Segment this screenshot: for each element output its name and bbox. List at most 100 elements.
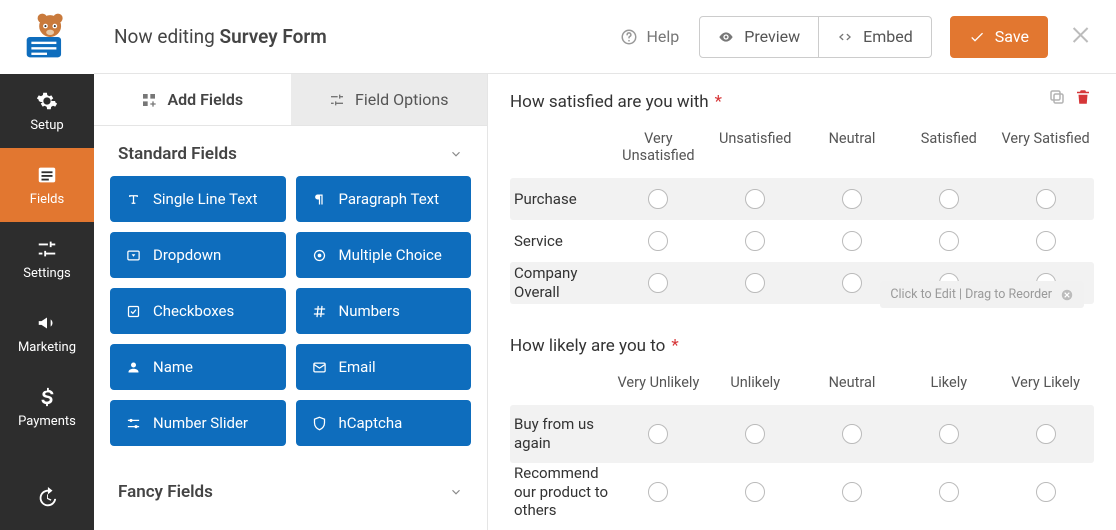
likert-row-label: Company Overall — [510, 264, 610, 302]
primary-nav: SetupFieldsSettingsMarketingPayments — [0, 0, 94, 530]
help-link[interactable]: Help — [620, 27, 679, 46]
field-number-slider[interactable]: Number Slider — [110, 400, 286, 446]
likert-column-label: Likely — [900, 368, 997, 405]
likert-radio[interactable] — [842, 482, 862, 502]
question-title: How satisfied are you with * — [510, 88, 1094, 124]
embed-button[interactable]: Embed — [819, 16, 932, 58]
likert-row: Recommend our product to others — [510, 463, 1094, 521]
survey-question[interactable]: How satisfied are you with *Very Unsatis… — [510, 88, 1094, 304]
likert-row-label: Purchase — [510, 190, 610, 209]
check-icon — [126, 304, 141, 319]
slider-icon — [126, 416, 141, 431]
likert-column-label: Very Satisfied — [997, 124, 1094, 178]
likert-radio[interactable] — [842, 231, 862, 251]
sliders-icon — [36, 238, 58, 260]
nav-history[interactable] — [0, 466, 94, 530]
field-multiple-choice[interactable]: Multiple Choice — [296, 232, 472, 278]
nav-item-marketing[interactable]: Marketing — [0, 296, 94, 370]
grid-plus-icon — [141, 92, 157, 108]
likert-radio[interactable] — [939, 482, 959, 502]
likert-grid: Very UnlikelyUnlikelyNeutralLikelyVery L… — [510, 368, 1094, 521]
topbar: Now editing Survey Form Help Preview Emb… — [94, 0, 1116, 74]
user-icon — [126, 360, 141, 375]
nav-item-payments[interactable]: Payments — [0, 370, 94, 444]
likert-radio[interactable] — [1036, 231, 1056, 251]
question-title: How likely are you to * — [510, 332, 1094, 368]
field-dropdown[interactable]: Dropdown — [110, 232, 286, 278]
likert-row-label: Service — [510, 232, 610, 251]
fields-panel: Add Fields Field Options Standard Fields… — [94, 74, 488, 530]
likert-column-label: Very Likely — [997, 368, 1094, 405]
likert-radio[interactable] — [745, 231, 765, 251]
field-email[interactable]: Email — [296, 344, 472, 390]
likert-column-label: Unlikely — [707, 368, 804, 405]
likert-radio[interactable] — [648, 231, 668, 251]
likert-column-label: Neutral — [804, 124, 901, 178]
field-single-line-text[interactable]: Single Line Text — [110, 176, 286, 222]
section-standard-fields[interactable]: Standard Fields — [94, 126, 487, 176]
help-icon — [620, 28, 638, 46]
likert-row: Buy from us again — [510, 405, 1094, 463]
likert-radio[interactable] — [648, 482, 668, 502]
likert-radio[interactable] — [1036, 482, 1056, 502]
dollar-icon — [36, 386, 58, 408]
dismiss-icon[interactable] — [1060, 288, 1074, 302]
likert-radio[interactable] — [939, 231, 959, 251]
field-checkboxes[interactable]: Checkboxes — [110, 288, 286, 334]
field-numbers[interactable]: Numbers — [296, 288, 472, 334]
likert-radio[interactable] — [1036, 189, 1056, 209]
likert-radio[interactable] — [1036, 424, 1056, 444]
code-icon — [837, 29, 853, 45]
app-logo — [0, 0, 94, 74]
likert-radio[interactable] — [745, 273, 765, 293]
tab-field-options[interactable]: Field Options — [291, 74, 488, 125]
likert-radio[interactable] — [648, 424, 668, 444]
radio-icon — [312, 248, 327, 263]
likert-row-label: Buy from us again — [510, 415, 610, 453]
nav-item-settings[interactable]: Settings — [0, 222, 94, 296]
likert-column-label: Unsatisfied — [707, 124, 804, 178]
likert-radio[interactable] — [939, 189, 959, 209]
text-icon — [126, 192, 141, 207]
field-paragraph-text[interactable]: Paragraph Text — [296, 176, 472, 222]
mail-icon — [312, 360, 327, 375]
likert-radio[interactable] — [745, 482, 765, 502]
likert-radio[interactable] — [842, 273, 862, 293]
likert-grid: Very UnsatisfiedUnsatisfiedNeutralSatisf… — [510, 124, 1094, 304]
nav-item-setup[interactable]: Setup — [0, 74, 94, 148]
likert-column-label: Neutral — [804, 368, 901, 405]
likert-radio[interactable] — [648, 273, 668, 293]
save-button[interactable]: Save — [950, 16, 1048, 58]
check-icon — [969, 29, 985, 45]
nav-item-fields[interactable]: Fields — [0, 148, 94, 222]
section-fancy-fields[interactable]: Fancy Fields — [94, 464, 487, 514]
trash-icon[interactable] — [1074, 88, 1092, 106]
survey-question[interactable]: How likely are you to *Very UnlikelyUnli… — [510, 332, 1094, 521]
gear-icon — [36, 90, 58, 112]
form-canvas: How satisfied are you with *Very Unsatis… — [488, 74, 1116, 530]
duplicate-icon[interactable] — [1048, 88, 1066, 106]
field-hcaptcha[interactable]: hCaptcha — [296, 400, 472, 446]
close-icon — [1070, 23, 1094, 47]
likert-radio[interactable] — [842, 189, 862, 209]
likert-column-label: Very Unsatisfied — [610, 124, 707, 178]
likert-radio[interactable] — [939, 424, 959, 444]
likert-column-label: Very Unlikely — [610, 368, 707, 405]
likert-row: Service — [510, 220, 1094, 262]
field-name[interactable]: Name — [110, 344, 286, 390]
paragraph-icon — [312, 192, 327, 207]
likert-radio[interactable] — [842, 424, 862, 444]
chevron-down-icon — [449, 147, 463, 161]
preview-button[interactable]: Preview — [699, 16, 819, 58]
form-icon — [36, 164, 58, 186]
tab-add-fields[interactable]: Add Fields — [94, 74, 291, 125]
likert-radio[interactable] — [745, 424, 765, 444]
sliders-icon — [329, 92, 345, 108]
likert-radio[interactable] — [745, 189, 765, 209]
page-title: Now editing Survey Form — [114, 25, 327, 48]
likert-column-label: Satisfied — [900, 124, 997, 178]
dropdown-icon — [126, 248, 141, 263]
likert-radio[interactable] — [648, 189, 668, 209]
shield-icon — [312, 416, 327, 431]
close-button[interactable] — [1070, 23, 1094, 51]
